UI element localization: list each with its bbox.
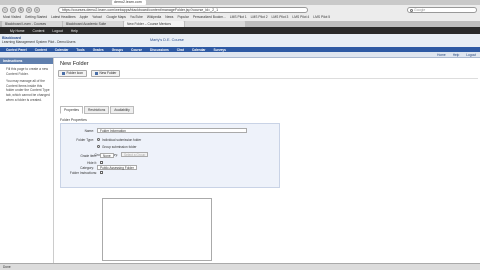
- bookmark-item[interactable]: YouTube: [130, 15, 143, 19]
- app-nav-item[interactable]: Content: [33, 29, 45, 33]
- new-folder-button[interactable]: New Folder: [91, 70, 121, 77]
- course-toolbar-item[interactable]: Chat: [177, 48, 184, 52]
- tab-properties[interactable]: Properties: [60, 106, 84, 114]
- search-placeholder: Google: [414, 7, 426, 12]
- radio-individual[interactable]: [97, 138, 100, 141]
- instructions-panel: Instructions Fill this page to create a …: [0, 58, 54, 263]
- status-bar: Done: [0, 263, 480, 270]
- folder-instructions-label: Folder Instructions:: [69, 170, 97, 175]
- bookmark-item[interactable]: LMS Pilot 3: [272, 15, 289, 19]
- header-link[interactable]: Home: [437, 53, 446, 57]
- tab-availability[interactable]: Availability: [110, 106, 134, 114]
- folder-type-group[interactable]: Group submission folder: [97, 145, 137, 149]
- bookmark-item[interactable]: Google Maps: [106, 15, 126, 19]
- radio-group[interactable]: [97, 145, 100, 148]
- subtabs: Properties Restrictions Availability: [60, 106, 134, 114]
- new-folder-button-label: New Folder: [99, 71, 117, 76]
- bookmark-item[interactable]: LMS Pilot 5: [313, 15, 330, 19]
- browser-chrome: demo2.learn.com ‹ › ↻ × ⌂ https://course…: [0, 0, 480, 34]
- new-folder-icon: [95, 72, 98, 75]
- grade-item-select[interactable]: None: [100, 153, 114, 158]
- logo-subtitle: Learning Management System Pilot - Demo/…: [2, 40, 76, 44]
- course-toolbar-item[interactable]: Calendar: [192, 48, 206, 52]
- bookmarks-bar: Most Visited Getting Started Latest Headli…: [0, 14, 480, 20]
- folder-type-label: Folder Type:: [76, 137, 94, 142]
- instruction-item: Fill this page to create a new Content F…: [6, 67, 48, 76]
- bookmark-item[interactable]: Wikipedia: [147, 15, 161, 19]
- folder-instructions-textarea[interactable]: [102, 198, 212, 261]
- app-nav-bar: My Home Content Logout Help: [0, 27, 480, 34]
- course-toolbar-item[interactable]: Calendar: [55, 48, 69, 52]
- address-bar[interactable]: https://courses.demo2.learn.com/webapps/…: [58, 6, 308, 13]
- section-title: Folder Properties: [60, 118, 87, 122]
- folder-icon-button[interactable]: Folder Icon: [58, 70, 87, 77]
- course-toolbar-item[interactable]: Control Panel: [6, 48, 27, 52]
- course-toolbar-item[interactable]: Groups: [112, 48, 123, 52]
- folder-type-individual-label: Individual submission folder: [102, 137, 142, 142]
- status-text: Done: [3, 265, 11, 269]
- search-icon: [409, 9, 413, 12]
- hide-row: Hide it:: [60, 159, 240, 166]
- instruction-item: You may manage all of the Content Items …: [6, 79, 50, 102]
- bookmark-item[interactable]: Popular: [177, 15, 188, 19]
- course-toolbar-item[interactable]: Content: [35, 48, 47, 52]
- name-label: Name:: [84, 128, 94, 133]
- course-toolbar-item[interactable]: Tools: [76, 48, 84, 52]
- reload-icon[interactable]: ↻: [18, 6, 24, 13]
- app-nav-item[interactable]: Help: [71, 29, 78, 33]
- bookmark-item[interactable]: LMS Pilot 4: [292, 15, 309, 19]
- instructions-list: Fill this page to create a new Content F…: [0, 64, 53, 102]
- search-field[interactable]: Google: [407, 6, 477, 13]
- bookmark-item[interactable]: Latest Headlines: [51, 15, 76, 19]
- folder-type-group-label: Group submission folder: [102, 144, 137, 149]
- course-title: Marty's D.E. Course: [150, 38, 184, 42]
- bookmark-item[interactable]: Personalized Bookm...: [193, 15, 226, 19]
- instructions-row: Folder Instructions:: [60, 169, 240, 176]
- grading-section: Grade item: None Hide it: Folder Instruc…: [60, 152, 240, 176]
- bookmark-item[interactable]: News: [165, 15, 173, 19]
- hide-checkbox[interactable]: [100, 161, 103, 164]
- course-toolbar-item[interactable]: Surveys: [214, 48, 226, 52]
- home-icon[interactable]: ⌂: [34, 6, 40, 13]
- back-icon[interactable]: ‹: [2, 6, 8, 13]
- course-toolbar-item[interactable]: Course: [131, 48, 142, 52]
- bookmark-item[interactable]: Getting Started: [25, 15, 47, 19]
- bookmark-item[interactable]: Apple: [80, 15, 88, 19]
- name-field[interactable]: Folder Information: [97, 128, 247, 133]
- main-content: New Folder Folder Icon New Folder Proper…: [54, 58, 480, 263]
- logo: Blackboard Learning Management System Pi…: [2, 36, 102, 46]
- edit-icon[interactable]: [100, 171, 103, 174]
- header-link[interactable]: Logout: [466, 53, 476, 57]
- name-row: Name: Folder Information: [61, 127, 281, 134]
- hide-label: Hide it:: [87, 160, 97, 165]
- tab-restrictions[interactable]: Restrictions: [84, 106, 110, 114]
- app-nav-item[interactable]: Logout: [52, 29, 62, 33]
- stop-icon[interactable]: ×: [26, 6, 32, 13]
- forward-icon[interactable]: ›: [10, 6, 16, 13]
- app-nav-item[interactable]: My Home: [10, 29, 25, 33]
- folder-type-individual[interactable]: Individual submission folder: [97, 138, 141, 142]
- bookmark-item[interactable]: Yahoo!: [92, 15, 102, 19]
- course-toolbar-item[interactable]: Grades: [93, 48, 104, 52]
- folder-icon: [62, 72, 65, 75]
- folder-type-row: Folder Type: Individual submission folde…: [61, 136, 281, 143]
- bookmark-item[interactable]: LMS Pilot 1: [230, 15, 247, 19]
- folder-icon-button-label: Folder Icon: [66, 71, 84, 76]
- header-link[interactable]: Help: [453, 53, 460, 57]
- folder-type-row-2: Group submission folder: [61, 143, 281, 150]
- action-bar: Folder Icon New Folder: [58, 69, 478, 79]
- course-toolbar-item[interactable]: Discussions: [150, 48, 169, 52]
- grade-item-label: Grade item:: [80, 153, 97, 158]
- bookmark-item[interactable]: LMS Pilot 2: [251, 15, 268, 19]
- page-title: New Folder: [60, 61, 89, 67]
- grade-item-row: Grade item: None: [60, 152, 240, 159]
- navigation-toolbar: ‹ › ↻ × ⌂ https://courses.demo2.learn.co…: [0, 5, 480, 14]
- bookmark-item[interactable]: Most Visited: [3, 15, 21, 19]
